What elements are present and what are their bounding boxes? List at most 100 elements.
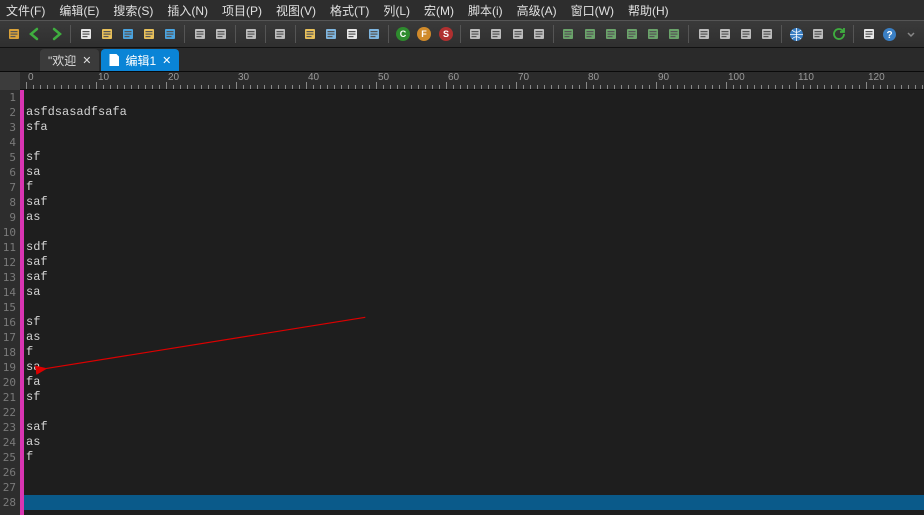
menu-file[interactable]: 文件(F) (6, 2, 45, 19)
text-line[interactable]: sfa (24, 120, 924, 135)
text-area[interactable]: asfdsasadfsafasfasfsafsafassdfsafsafsasf… (24, 90, 924, 515)
line-number: 10 (0, 225, 20, 240)
menu-column[interactable]: 列(L) (383, 2, 410, 19)
refresh-icon[interactable] (829, 24, 848, 44)
col1-icon[interactable] (301, 24, 320, 44)
uc-icon[interactable]: C (394, 24, 413, 44)
text-line[interactable] (24, 405, 924, 420)
db-icon[interactable] (808, 24, 827, 44)
print-icon[interactable] (190, 24, 209, 44)
text-line[interactable]: saf (24, 255, 924, 270)
text-line[interactable]: fa (24, 375, 924, 390)
paste-icon[interactable] (271, 24, 290, 44)
line-number: 14 (0, 285, 20, 300)
text-line[interactable]: as (24, 210, 924, 225)
menu-format[interactable]: 格式(T) (330, 2, 369, 19)
ruler-tick (831, 72, 832, 89)
text-line[interactable]: saf (24, 195, 924, 210)
menu-macro[interactable]: 宏(M) (424, 2, 454, 19)
uf-icon[interactable]: F (415, 24, 434, 44)
text-line[interactable]: sa (24, 285, 924, 300)
menu-edit[interactable]: 编辑(E) (59, 2, 99, 19)
text-line[interactable]: f (24, 345, 924, 360)
link4-icon[interactable] (622, 24, 641, 44)
line-number: 5 (0, 150, 20, 165)
text-line[interactable]: as (24, 435, 924, 450)
help-icon[interactable]: ? (880, 24, 899, 44)
line-number: 26 (0, 465, 20, 480)
ruler-tick (103, 72, 104, 89)
text-line[interactable]: f (24, 450, 924, 465)
back-icon[interactable] (25, 24, 44, 44)
text-line[interactable]: sa (24, 165, 924, 180)
link2-icon[interactable] (580, 24, 599, 44)
clipboard-icon[interactable] (529, 24, 548, 44)
win4-icon[interactable] (757, 24, 776, 44)
win3-icon[interactable] (736, 24, 755, 44)
save-icon[interactable] (4, 24, 23, 44)
col2-icon[interactable] (322, 24, 341, 44)
copy2-icon[interactable] (487, 24, 506, 44)
text-line[interactable]: sf (24, 315, 924, 330)
menu-insert[interactable]: 插入(N) (167, 2, 208, 19)
open-icon[interactable] (97, 24, 116, 44)
copy-icon[interactable] (241, 24, 260, 44)
menu-window[interactable]: 窗口(W) (571, 2, 614, 19)
text-line[interactable]: sa (24, 360, 924, 375)
close-icon[interactable]: ✕ (162, 54, 171, 67)
tab-welcome[interactable]: "欢迎 ✕ (40, 49, 99, 71)
print-preview-icon[interactable] (211, 24, 230, 44)
menu-help[interactable]: 帮助(H) (628, 2, 669, 19)
ruler-tick (173, 72, 174, 89)
text-line[interactable]: sf (24, 390, 924, 405)
folder-save-icon[interactable] (160, 24, 179, 44)
forward-icon[interactable] (46, 24, 65, 44)
text-line[interactable] (24, 495, 924, 510)
ruler-tick (439, 72, 440, 89)
text-line[interactable] (24, 300, 924, 315)
tab-label: "欢迎 (48, 52, 76, 69)
text-line[interactable] (24, 135, 924, 150)
us-icon[interactable]: S (436, 24, 455, 44)
new-icon[interactable] (76, 24, 95, 44)
text-line[interactable]: sdf (24, 240, 924, 255)
ruler-tick (761, 72, 762, 89)
tab-edit1[interactable]: 编辑1 ✕ (101, 49, 179, 71)
win1-icon[interactable] (694, 24, 713, 44)
save-as-icon[interactable] (118, 24, 137, 44)
folder-open-icon[interactable] (139, 24, 158, 44)
text-line[interactable]: as (24, 330, 924, 345)
text-line[interactable] (24, 465, 924, 480)
dropdown-icon[interactable] (901, 24, 920, 44)
cut-icon[interactable] (466, 24, 485, 44)
toolbar-separator (388, 25, 389, 43)
text-line[interactable] (24, 90, 924, 105)
text-line[interactable] (24, 225, 924, 240)
win2-icon[interactable] (715, 24, 734, 44)
text-line[interactable]: saf (24, 420, 924, 435)
paste2-icon[interactable] (508, 24, 527, 44)
ruler-tick (145, 72, 146, 89)
col4-icon[interactable] (364, 24, 383, 44)
link3-icon[interactable] (601, 24, 620, 44)
menu-view[interactable]: 视图(V) (276, 2, 316, 19)
menu-project[interactable]: 项目(P) (222, 2, 262, 19)
link6-icon[interactable] (664, 24, 683, 44)
line-number: 15 (0, 300, 20, 315)
text-line[interactable] (24, 480, 924, 495)
menu-script[interactable]: 脚本(i) (468, 2, 503, 19)
globe-icon[interactable] (787, 24, 806, 44)
text-line[interactable]: asfdsasadfsafa (24, 105, 924, 120)
menu-search[interactable]: 搜索(S) (113, 2, 153, 19)
menu-advanced[interactable]: 高级(A) (517, 2, 557, 19)
text-line[interactable]: sf (24, 150, 924, 165)
close-icon[interactable]: ✕ (82, 54, 91, 67)
col3-icon[interactable] (343, 24, 362, 44)
text-line[interactable]: f (24, 180, 924, 195)
toolbar-separator (70, 25, 71, 43)
doc-icon[interactable] (859, 24, 878, 44)
ruler-tick (89, 72, 90, 89)
text-line[interactable]: saf (24, 270, 924, 285)
link1-icon[interactable] (559, 24, 578, 44)
link5-icon[interactable] (643, 24, 662, 44)
